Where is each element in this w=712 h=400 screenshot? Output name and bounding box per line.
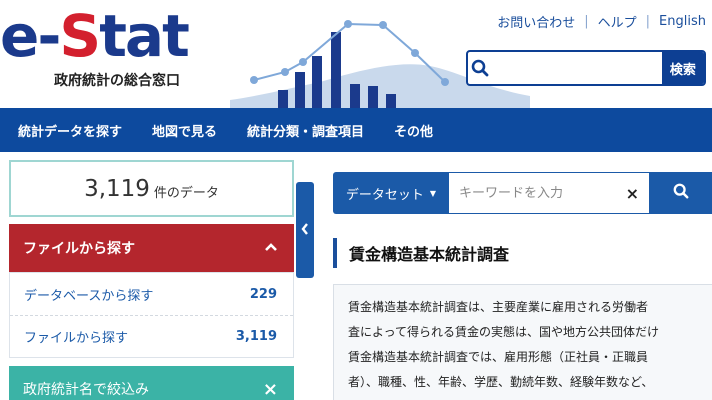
- caret-down-icon: ▼: [429, 188, 437, 198]
- logo-text-suffix: tat: [99, 2, 190, 70]
- list-item-label[interactable]: データベースから探す: [24, 285, 153, 304]
- search-icon: [468, 52, 492, 84]
- logo-text-s: S: [59, 2, 101, 70]
- english-link[interactable]: English: [659, 14, 706, 29]
- list-item-database[interactable]: データベースから探す 229: [10, 273, 293, 315]
- clear-icon[interactable]: ×: [626, 184, 639, 203]
- search-icon: [673, 183, 689, 203]
- chevron-left-icon: [301, 221, 309, 240]
- site-search-input[interactable]: [491, 52, 662, 84]
- keyword-input[interactable]: [459, 185, 609, 201]
- list-item-label[interactable]: ファイルから探す: [24, 327, 128, 346]
- header: e-Stat 政府統計の総合窓口 お問い合わせ | ヘルプ | English …: [0, 0, 712, 108]
- sidebar-collapse-toggle[interactable]: [296, 182, 314, 278]
- site-search-button[interactable]: 検索: [661, 52, 704, 84]
- description-line: 者）、職種、性、年齢、学歴、勤続年数、経験年数など、: [348, 375, 654, 389]
- chevron-up-icon[interactable]: [264, 240, 278, 256]
- e-stat-logo[interactable]: e-Stat: [0, 2, 190, 70]
- result-count: 3,119: [84, 175, 150, 202]
- contact-link[interactable]: お問い合わせ: [497, 12, 575, 31]
- file-search-panel-title: ファイルから探す: [23, 241, 135, 257]
- top-links: お問い合わせ | ヘルプ | English: [497, 12, 706, 31]
- global-nav: 統計データを探す 地図で見る 統計分類・調査項目 その他: [0, 108, 712, 152]
- nav-map[interactable]: 地図で見る: [152, 121, 217, 140]
- link-separator: |: [645, 14, 651, 29]
- nav-other[interactable]: その他: [394, 121, 433, 140]
- page-title-text: 賃金構造基本統計調査: [349, 245, 510, 264]
- dataset-dropdown[interactable]: データセット ▼: [333, 172, 449, 214]
- link-separator: |: [584, 14, 589, 29]
- description-line: 賃金構造基本統計調査は、主要産業に雇用される労働者: [348, 300, 649, 314]
- file-search-panel-body: データベースから探す 229 ファイルから探す 3,119: [9, 272, 294, 358]
- close-icon[interactable]: ×: [263, 379, 278, 400]
- file-search-panel-header[interactable]: ファイルから探す: [9, 224, 294, 272]
- site-search: 検索: [466, 50, 706, 86]
- help-link[interactable]: ヘルプ: [598, 12, 637, 31]
- keyword-search-button[interactable]: [649, 172, 712, 214]
- nav-find-data[interactable]: 統計データを探す: [18, 121, 122, 140]
- survey-description: 賃金構造基本統計調査は、主要産業に雇用される労働者 査によって得られる賃金の実態…: [333, 284, 712, 400]
- description-line: 賃金構造基本統計調査では、雇用形態（正社員・正職員: [348, 350, 649, 364]
- logo-text-prefix: e-: [0, 2, 61, 70]
- page-title: 賃金構造基本統計調査: [333, 238, 712, 268]
- description-line: 査によって得られる賃金の実態は、国や地方公共団体だけ: [348, 325, 660, 339]
- result-count-box: 3,119 件のデータ: [9, 160, 294, 217]
- dataset-search-bar: データセット ▼ ×: [333, 172, 712, 214]
- list-item-file[interactable]: ファイルから探す 3,119: [10, 315, 293, 357]
- result-count-unit: 件のデータ: [153, 186, 219, 201]
- logo-subtitle: 政府統計の総合窓口: [54, 73, 180, 89]
- dataset-dropdown-label: データセット: [345, 187, 424, 203]
- list-item-count: 3,119: [235, 329, 277, 344]
- keyword-field-wrap: ×: [449, 172, 649, 214]
- stat-name-filter-header[interactable]: 政府統計名で絞込み ×: [9, 366, 294, 400]
- nav-classification[interactable]: 統計分類・調査項目: [247, 121, 364, 140]
- list-item-count: 229: [249, 286, 277, 302]
- stat-name-filter-title: 政府統計名で絞込み: [23, 382, 149, 398]
